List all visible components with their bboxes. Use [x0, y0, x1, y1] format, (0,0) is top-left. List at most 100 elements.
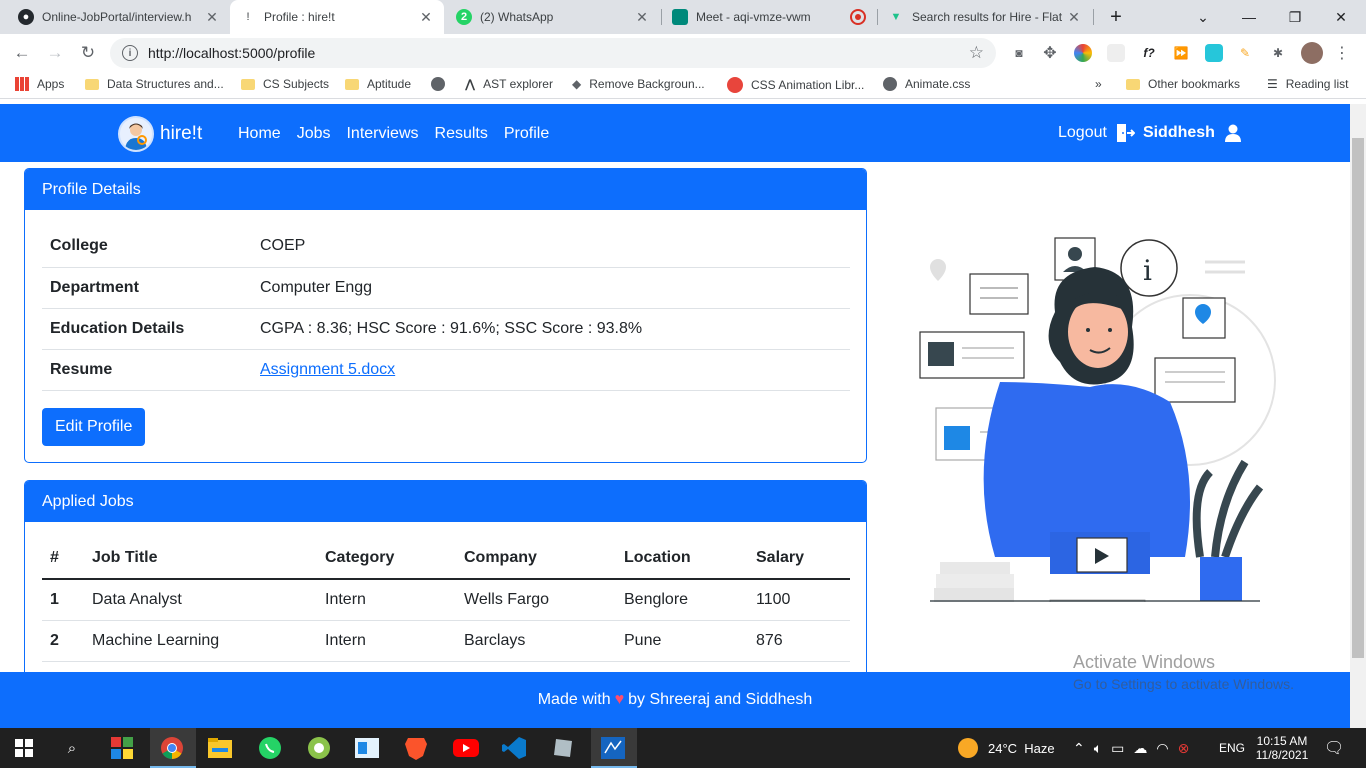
clock-date: 11/8/2021 — [1255, 748, 1309, 762]
search-icon[interactable]: ⌕ — [58, 734, 86, 762]
folder-icon — [1126, 78, 1140, 90]
nav-interviews[interactable]: Interviews — [346, 125, 418, 143]
applied-jobs-card: Applied Jobs # Job Title Category Compan… — [24, 480, 867, 700]
brave-icon[interactable] — [402, 734, 430, 762]
tab-profile[interactable]: ǃ Profile : hire!t ✕ — [230, 0, 444, 34]
logout-icon[interactable] — [1115, 123, 1135, 143]
windows-start-icon[interactable] — [10, 734, 38, 762]
menu-icon[interactable]: ⋮ — [1333, 44, 1351, 62]
close-icon[interactable]: ✕ — [634, 9, 650, 26]
animation-icon — [727, 77, 743, 93]
bookmark-animate-css[interactable]: Animate.css — [883, 77, 970, 91]
tab-whatsapp[interactable]: 2 (2) WhatsApp ✕ — [446, 0, 660, 34]
app-monitor-icon[interactable] — [599, 734, 627, 762]
battery-icon[interactable]: ▭ — [1111, 740, 1124, 757]
table-cell: 1100 — [748, 579, 850, 621]
address-bar[interactable]: i http://localhost:5000/profile ☆ — [110, 38, 996, 68]
reading-list-button[interactable]: ☰ Reading list — [1267, 77, 1348, 91]
system-tray: ⌃ 🔈︎ ▭ ☁︎ ◠ ⊗ — [1073, 728, 1189, 768]
weather-widget[interactable]: 24°C Haze — [958, 728, 1055, 768]
flaticon-icon: ▼ — [890, 11, 902, 23]
bookmark-remove-background[interactable]: ◆ Remove Backgroun... — [572, 77, 705, 91]
file-explorer-icon[interactable] — [206, 734, 234, 762]
move-icon[interactable]: ✥ — [1041, 44, 1059, 62]
extensions-puzzle-icon[interactable]: ✱ — [1269, 44, 1287, 62]
minimize-button[interactable]: — — [1226, 0, 1272, 34]
weather-icon — [958, 738, 978, 758]
chevron-up-icon[interactable]: ⌃ — [1073, 740, 1085, 757]
bookmark-css-animation[interactable]: CSS Animation Libr... — [727, 77, 864, 93]
edit-profile-button[interactable]: Edit Profile — [42, 408, 146, 446]
tab-title: Meet - aqi-vmze-vwm — [696, 10, 811, 24]
highlighter-icon[interactable]: ✎ — [1236, 44, 1254, 62]
close-icon[interactable]: ✕ — [204, 9, 220, 26]
heart-icon: ♥ — [614, 691, 625, 708]
close-window-button[interactable]: ✕ — [1318, 0, 1364, 34]
new-tab-button[interactable]: + — [1093, 0, 1139, 34]
user-icon[interactable] — [1224, 124, 1241, 142]
cloud-icon[interactable]: ☁︎ — [1133, 740, 1147, 757]
wifi-icon[interactable]: ◠ — [1156, 740, 1168, 757]
close-icon[interactable]: ✕ — [418, 9, 434, 26]
whatsapp-app-icon[interactable] — [256, 734, 284, 762]
forward-icon[interactable]: → — [41, 39, 69, 67]
scrollbar-thumb[interactable] — [1352, 138, 1364, 658]
tab-flaticon[interactable]: ▼ Search results for Hire - Flat ✕ — [878, 0, 1092, 34]
table-row: Resume Assignment 5.docx — [42, 349, 850, 391]
brand[interactable]: hire!t — [118, 116, 202, 152]
app-green-icon[interactable] — [305, 734, 333, 762]
nav-results[interactable]: Results — [435, 125, 488, 143]
page-scrollbar[interactable] — [1350, 104, 1366, 728]
tab-github[interactable]: ● Online-JobPortal/interview.h ✕ — [8, 0, 230, 34]
info-icon[interactable]: i — [122, 45, 138, 61]
table-cell: 2 — [42, 620, 84, 662]
tab-search-icon[interactable]: ⌄ — [1180, 0, 1226, 34]
bookmark-aptitude[interactable]: Aptitude — [345, 77, 411, 91]
fast-forward-icon[interactable]: ⏩ — [1172, 44, 1190, 62]
restore-button[interactable]: ❐ — [1272, 0, 1318, 34]
extension-blank-icon[interactable] — [1107, 44, 1125, 62]
tab-meet[interactable]: Meet - aqi-vmze-vwm — [662, 0, 876, 34]
volume-icon[interactable]: 🔈︎ — [1094, 740, 1102, 757]
notifications-icon[interactable]: 🗨︎ — [1324, 728, 1344, 768]
bookmark-label: AST explorer — [483, 77, 553, 91]
table-cell: Intern — [317, 620, 456, 662]
vscode-icon[interactable] — [500, 734, 528, 762]
jobs-table: # Job Title Category Company Location Sa… — [42, 538, 850, 662]
profile-avatar[interactable] — [1301, 42, 1323, 64]
bookmark-star-icon[interactable]: ☆ — [969, 43, 984, 63]
mic-muted-icon[interactable]: ⊗ — [1178, 740, 1190, 757]
more-bookmarks-button[interactable]: » — [1095, 77, 1102, 91]
youtube-icon[interactable] — [452, 734, 480, 762]
bookmark-cs-subjects[interactable]: CS Subjects — [241, 77, 329, 91]
app-window-icon[interactable] — [353, 734, 381, 762]
site-navbar: hire!t Home Jobs Interviews Results Prof… — [0, 104, 1350, 162]
chrome-icon[interactable] — [158, 734, 186, 762]
nav-profile[interactable]: Profile — [504, 125, 549, 143]
clock-time: 10:15 AM — [1256, 734, 1308, 748]
nav-home[interactable]: Home — [238, 125, 281, 143]
table-row: 2 Machine Learning Intern Barclays Pune … — [42, 620, 850, 662]
extension-teal-icon[interactable] — [1205, 44, 1223, 62]
nav-jobs[interactable]: Jobs — [297, 125, 331, 143]
language-indicator[interactable]: ENG — [1219, 728, 1245, 768]
back-icon[interactable]: ← — [8, 39, 36, 67]
reload-icon[interactable]: ↻ — [74, 39, 102, 67]
app-colorful-icon[interactable] — [108, 734, 136, 762]
table-cell: Pune — [616, 620, 748, 662]
bookmark-ast-explorer[interactable]: ⋀ AST explorer — [465, 77, 553, 91]
close-icon[interactable]: ✕ — [1066, 9, 1082, 26]
clock[interactable]: 10:15 AM 11/8/2021 — [1254, 728, 1310, 768]
color-picker-icon[interactable] — [1074, 44, 1092, 62]
bookmark-apps[interactable]: Apps — [15, 77, 64, 91]
logout-link[interactable]: Logout — [1058, 124, 1107, 142]
camera-icon[interactable]: ◙ — [1010, 44, 1028, 62]
bookmark-other[interactable]: Other bookmarks — [1126, 77, 1240, 91]
bookmark-globe[interactable] — [431, 77, 453, 91]
folder-icon — [85, 78, 99, 90]
resume-link[interactable]: Assignment 5.docx — [260, 361, 395, 378]
brand-name: hire!t — [160, 123, 203, 144]
font-finder-icon[interactable]: f? — [1140, 44, 1158, 62]
bookmark-data-structures[interactable]: Data Structures and... — [85, 77, 224, 91]
app-notebook-icon[interactable] — [549, 734, 577, 762]
